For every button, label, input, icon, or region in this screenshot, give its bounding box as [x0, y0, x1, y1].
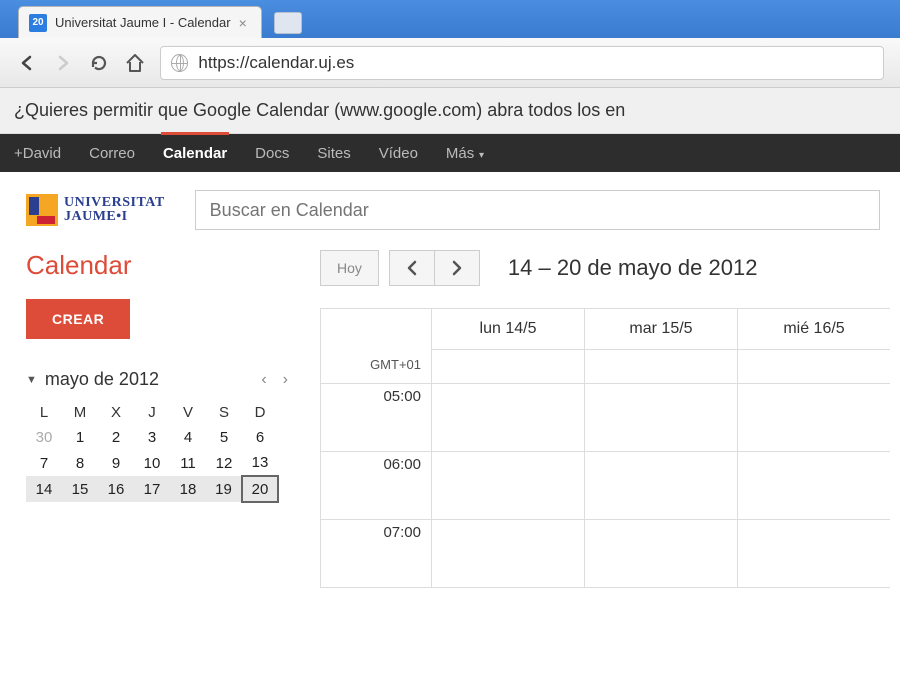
mini-cal-day[interactable]: 4 [170, 424, 206, 450]
reload-button[interactable] [88, 52, 110, 74]
mini-cal-day[interactable]: 18 [170, 476, 206, 502]
browser-tab[interactable]: 20 Universitat Jaume I - Calendar × [18, 6, 262, 38]
mini-cal-grid: LMXJVSD 30123456789101112131415161718192… [26, 400, 279, 503]
mini-cal-day[interactable]: 14 [26, 476, 62, 502]
mini-cal-day[interactable]: 7 [26, 450, 62, 476]
hour-cell[interactable] [584, 384, 737, 451]
mini-cal-day[interactable]: 17 [134, 476, 170, 502]
mini-cal-day[interactable]: 10 [134, 450, 170, 476]
hour-label: 05:00 [321, 384, 431, 451]
mini-cal-day[interactable]: 8 [62, 450, 98, 476]
mini-cal-day[interactable]: 12 [206, 450, 242, 476]
allday-cell[interactable] [431, 350, 584, 383]
back-button[interactable] [16, 52, 38, 74]
mini-cal-day[interactable]: 1 [62, 424, 98, 450]
date-range-label: 14 – 20 de mayo de 2012 [508, 255, 758, 281]
uji-logo[interactable]: UNIVERSITAT JAUME•I [26, 194, 165, 226]
hour-cell[interactable] [584, 520, 737, 587]
hour-cell[interactable] [737, 384, 890, 451]
home-button[interactable] [124, 52, 146, 74]
gbar-item-mas[interactable]: Más ▾ [444, 135, 486, 172]
browser-tab-strip: 20 Universitat Jaume I - Calendar × [0, 0, 900, 38]
hour-cell[interactable] [431, 520, 584, 587]
google-bar: +David Correo Calendar Docs Sites Vídeo … [0, 134, 900, 172]
nav-button-group [389, 250, 480, 286]
day-header: mié 16/5 [737, 309, 890, 349]
mini-cal-day[interactable]: 2 [98, 424, 134, 450]
view-controls: Hoy 14 – 20 de mayo de 2012 [320, 250, 890, 286]
timezone-label: GMT+01 [321, 309, 431, 383]
today-button[interactable]: Hoy [320, 250, 379, 286]
calendar-main: Hoy 14 – 20 de mayo de 2012 GMT+01 lun 1… [310, 244, 900, 588]
mini-cal-day[interactable]: 3 [134, 424, 170, 450]
tab-title: Universitat Jaume I - Calendar [55, 15, 231, 30]
mini-cal-day[interactable]: 16 [98, 476, 134, 502]
globe-icon [171, 54, 188, 72]
prev-week-button[interactable] [389, 250, 434, 286]
mini-cal-day[interactable]: 20 [242, 476, 278, 502]
sidebar: Calendar CREAR ▼ mayo de 2012 ‹ › LMXJVS… [0, 244, 310, 588]
day-header: mar 15/5 [584, 309, 737, 349]
hour-cell[interactable] [737, 520, 890, 587]
mini-cal-dow: X [98, 400, 134, 424]
create-button[interactable]: CREAR [26, 299, 130, 339]
search-input[interactable] [210, 200, 865, 221]
disclosure-triangle-icon[interactable]: ▼ [26, 374, 37, 386]
hour-cell[interactable] [584, 452, 737, 519]
mini-cal-day[interactable]: 13 [242, 450, 278, 476]
allday-cell[interactable] [584, 350, 737, 383]
hour-cell[interactable] [431, 384, 584, 451]
mini-cal-dow: V [170, 400, 206, 424]
hour-cell[interactable] [737, 452, 890, 519]
week-grid: GMT+01 lun 14/5mar 15/5mié 16/5 05:0006:… [320, 308, 890, 588]
browser-toolbar [0, 38, 900, 88]
hour-label: 07:00 [321, 520, 431, 587]
calendar-title: Calendar [26, 250, 292, 281]
chevron-down-icon: ▾ [476, 150, 484, 161]
new-tab-button[interactable] [274, 12, 302, 34]
gbar-item-sites[interactable]: Sites [315, 135, 352, 172]
mini-cal-prev-button[interactable]: ‹ [257, 371, 270, 389]
mini-calendar: ▼ mayo de 2012 ‹ › LMXJVSD 3012345678910… [26, 369, 292, 503]
app-header: UNIVERSITAT JAUME•I [0, 172, 900, 244]
logo-text: UNIVERSITAT JAUME•I [64, 196, 165, 224]
gbar-item-correo[interactable]: Correo [87, 135, 137, 172]
gbar-item-docs[interactable]: Docs [253, 135, 291, 172]
mini-cal-dow: J [134, 400, 170, 424]
day-header: lun 14/5 [431, 309, 584, 349]
mini-cal-month-label: mayo de 2012 [45, 369, 159, 390]
gbar-item-plusdavid[interactable]: +David [12, 135, 63, 172]
mini-cal-day[interactable]: 15 [62, 476, 98, 502]
tab-favicon: 20 [29, 14, 47, 32]
hour-label: 06:00 [321, 452, 431, 519]
url-input[interactable] [198, 53, 873, 73]
mini-cal-day[interactable]: 5 [206, 424, 242, 450]
mini-cal-dow: S [206, 400, 242, 424]
gbar-item-video[interactable]: Vídeo [377, 135, 420, 172]
mini-cal-dow: D [242, 400, 278, 424]
logo-mark [26, 194, 58, 226]
infobar-text: ¿Quieres permitir que Google Calendar (w… [14, 100, 625, 121]
mini-cal-day[interactable]: 11 [170, 450, 206, 476]
permission-infobar[interactable]: ¿Quieres permitir que Google Calendar (w… [0, 88, 900, 134]
search-box[interactable] [195, 190, 880, 230]
gbar-item-calendar[interactable]: Calendar [161, 132, 229, 172]
mini-cal-day[interactable]: 9 [98, 450, 134, 476]
mini-cal-day[interactable]: 6 [242, 424, 278, 450]
address-bar[interactable] [160, 46, 884, 80]
allday-cell[interactable] [737, 350, 890, 383]
mini-cal-dow: M [62, 400, 98, 424]
mini-cal-next-button[interactable]: › [279, 371, 292, 389]
mini-cal-day[interactable]: 19 [206, 476, 242, 502]
mini-cal-dow: L [26, 400, 62, 424]
mini-cal-day[interactable]: 30 [26, 424, 62, 450]
hour-cell[interactable] [431, 452, 584, 519]
next-week-button[interactable] [434, 250, 480, 286]
close-tab-icon[interactable]: × [239, 15, 247, 31]
forward-button[interactable] [52, 52, 74, 74]
